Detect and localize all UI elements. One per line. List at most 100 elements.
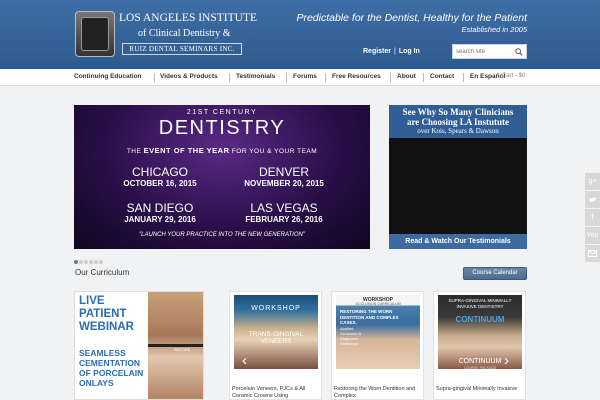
course-label[interactable]: Supra-gingival Minimally Invasive [436,386,524,393]
city-date: NOVEMBER 20, 2015 [244,179,324,188]
search-input[interactable] [456,47,512,57]
facebook-icon[interactable]: f [585,209,600,227]
hero-slogan: "LAUNCH YOUR PRACTICE INTO THE NEW GENER… [139,232,305,238]
login-link[interactable]: Log In [399,48,420,55]
webinar-subheading: SEAMLESS CEMENTATION OF PORCELAIN ONLAYS [79,348,143,388]
nav-divider [229,73,230,82]
nav-divider [390,73,391,82]
city-date: FEBRUARY 26, 2016 [245,215,323,224]
logo-line-2: of Clinical Dentistry & [138,28,231,39]
hero-event-line: THE EVENT OF THE YEAR FOR YOU & YOUR TEA… [74,146,370,155]
social-sidebar: g+ f You [585,173,600,263]
course-image: SUPRA-GINGIVAL MINIMALLY INVASIVE DENTIS… [438,295,522,370]
nav-videos-products[interactable]: Videos & Products [160,73,218,80]
city-name: CHICAGO [131,165,188,179]
city-name: DENVER [258,165,309,179]
slider-dot[interactable] [84,260,88,264]
city-name: SAN DIEGO [126,201,194,215]
testimonial-promo: See Why So Many Clinicians are Choosing … [389,105,527,249]
course-image: WORKSHOP OCCLUSION CURRICULUM RESTORING … [336,295,420,369]
slider-dot[interactable] [74,260,78,264]
nav-about[interactable]: About [397,73,416,80]
course-card[interactable]: WORKSHOP TRANS-GINGIVAL VENEERS ‹ Porcel… [229,291,322,400]
carousel-prev-arrow[interactable]: ‹ [242,352,247,369]
course-overlay-title: TRANS-GINGIVAL VENEERS [248,331,304,345]
logo-line-1: LOS ANGELES INSTITUTE [119,12,257,24]
promo-heading-2: are Choosing LA Instutute [406,117,510,127]
search-icon[interactable] [515,48,523,56]
nav-divider [423,73,424,82]
webinar-card[interactable]: LIVE PATIENT WEBINAR SEAMLESS CEMENTATIO… [74,291,204,400]
webinar-heading-line: LIVE [79,295,105,307]
course-label[interactable]: Restoring the Worn Dentition and Complex [334,386,422,400]
youtube-icon[interactable]: You [585,227,600,245]
cart-link[interactable]: Cart - $0 [502,73,525,79]
webinar-text: LIVE PATIENT WEBINAR SEAMLESS CEMENTATIO… [75,292,148,399]
course-headline: RESTORING THE WORN DENTITION AND COMPLEX… [340,309,399,325]
promo-heading: See Why So Many Clinicians are Choosing … [389,105,527,138]
course-card[interactable]: SUPRA-GINGIVAL MINIMALLY INVASIVE DENTIS… [433,291,526,400]
webinar-heading: LIVE PATIENT WEBINAR [79,295,134,334]
hero-city: CHICAGO OCTOBER 16, 2015 [100,165,220,188]
testimonials-button[interactable]: Read & Watch Our Testimonials [389,234,527,249]
webinar-subheading-line: CEMENTATION [79,358,141,368]
course-banner: SUPRA-GINGIVAL MINIMALLY INVASIVE DENTIS… [448,298,512,309]
course-calendar-button[interactable]: Course Calendar [463,267,527,280]
course-overlay-sub: COURSE PACKAGE [463,366,497,370]
nav-divider [286,73,287,82]
promo-heading-1: See Why So Many Clinicians [402,107,514,117]
twitter-icon[interactable] [585,191,600,209]
slider-dots [74,251,104,264]
curriculum-title: Our Curriculum [75,268,130,277]
city-date: JANUARY 29, 2016 [124,215,196,224]
course-label[interactable]: Porcelain Veneers, PJCs & All Ceramic Cr… [232,386,320,400]
course-card[interactable]: WORKSHOP OCCLUSION CURRICULUM RESTORING … [331,291,424,400]
webinar-subheading-line: SEAMLESS [79,348,126,358]
logo-line-3: RUIZ DENTAL SEMINARS INC. [122,43,242,55]
course-brand: CONTINUUM [455,315,505,324]
hero-city: SAN DIEGO JANUARY 29, 2016 [100,201,220,224]
google-plus-icon[interactable]: g+ [585,173,600,191]
slider-dot[interactable] [99,260,103,264]
slider-dot[interactable] [79,260,83,264]
slider-dot[interactable] [94,260,98,264]
slider-dot[interactable] [89,260,93,264]
webinar-photo: BEFORE [148,292,203,399]
course-overlay-title: CONTINUUM [458,358,502,365]
auth-links: Register | Log In [363,48,420,55]
nav-divider [463,73,464,82]
webinar-heading-line: WEBINAR [79,321,134,333]
site-logo[interactable]: LOS ANGELES INSTITUTE of Clinical Dentis… [74,10,257,58]
tagline-main: Predictable for the Dentist, Healthy for… [296,12,527,24]
tagline: Predictable for the Dentist, Healthy for… [296,12,527,34]
nav-continuing-education[interactable]: Continuing Education [74,73,142,80]
hero-event-post: FOR YOU & YOUR TEAM [231,148,318,155]
nav-en-espanol[interactable]: En Español [470,73,505,80]
email-icon[interactable] [585,245,600,263]
nav-divider [154,73,155,82]
course-detail: Applied Occlusion & Diagnosis Workshop [340,326,362,346]
nav-divider [325,73,326,82]
nav-free-resources[interactable]: Free Resources [332,73,381,80]
hero-title: DENTISTRY [158,117,286,139]
nav-testimonials[interactable]: Testimonials [236,73,275,80]
main-nav: Continuing Education Videos & Products T… [0,69,600,86]
site-header: LOS ANGELES INSTITUTE of Clinical Dentis… [0,0,600,69]
before-label: BEFORE [174,347,191,352]
hero-slide[interactable]: 21ST CENTURY DENTISTRY THE EVENT OF THE … [74,105,370,249]
hero-city: LAS VEGAS FEBRUARY 26, 2016 [224,201,344,224]
workshop-banner: WORKSHOP [251,305,301,312]
carousel-next-arrow[interactable]: › [504,352,509,369]
register-link[interactable]: Register [363,48,391,55]
hero-century: 21ST CENTURY [186,109,258,116]
city-date: OCTOBER 16, 2015 [123,179,197,188]
promo-subheading: over Kois, Spears & Dawson [417,127,499,135]
webinar-subheading-line: ONLAYS [79,378,114,388]
city-name: LAS VEGAS [250,201,318,215]
hero-event-bold: EVENT OF THE YEAR [143,146,230,155]
established-text: Established in 2005 [461,25,527,34]
nav-forums[interactable]: Forums [293,73,317,80]
search-box [452,44,527,59]
hero-event-pre: THE [126,148,142,155]
nav-contact[interactable]: Contact [430,73,454,80]
